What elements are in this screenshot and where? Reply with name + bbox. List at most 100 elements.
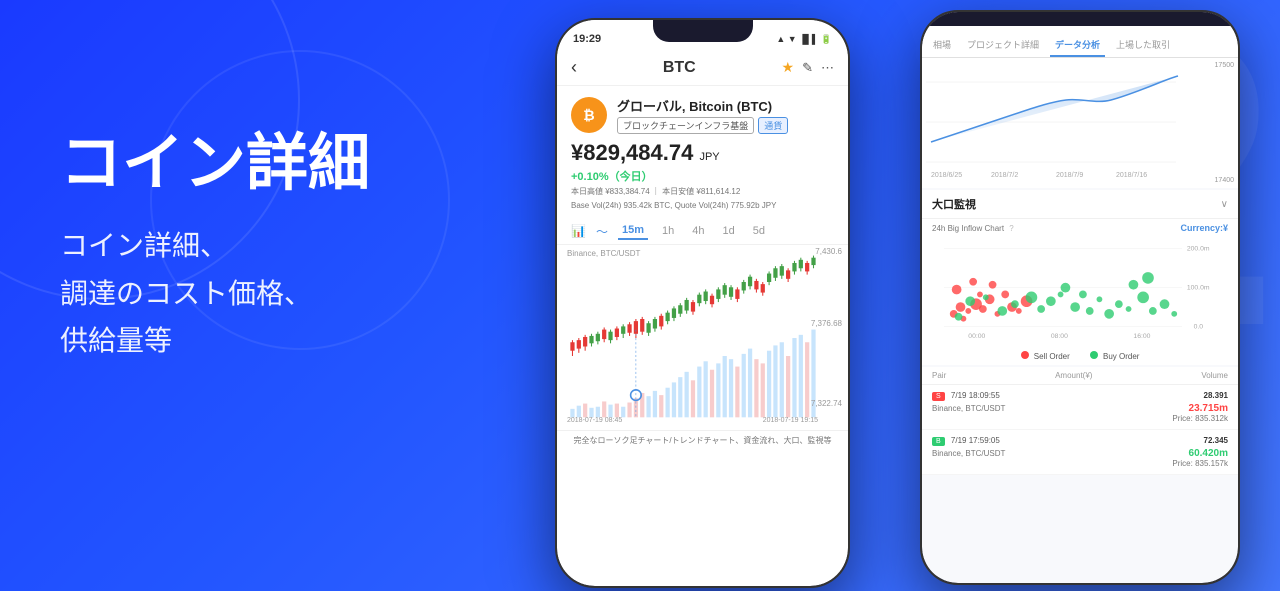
price-unit: JPY bbox=[699, 151, 719, 163]
trade-2-date: B 7/19 17:59:05 bbox=[932, 436, 1000, 446]
phone-notch bbox=[653, 20, 753, 42]
tab-market[interactable]: 相場 bbox=[928, 34, 956, 57]
sell-legend: Sell Order bbox=[1021, 351, 1070, 361]
inflow-header: 24h Big Inflow Chart ? Currency:¥ bbox=[922, 219, 1238, 237]
trade-2-badge: B bbox=[932, 437, 945, 446]
price-main: ¥829,484.74 JPY bbox=[571, 140, 834, 166]
svg-text:2018/7/2: 2018/7/2 bbox=[991, 172, 1018, 179]
svg-text:100.0m: 100.0m bbox=[1187, 285, 1210, 292]
chart-label-17500: 17500 bbox=[1215, 62, 1234, 69]
phone-shell-right: 相場 プロジェクト詳細 データ分析 上場した取引 17500 17400 201… bbox=[920, 10, 1240, 585]
tab-data-analysis[interactable]: データ分析 bbox=[1050, 34, 1105, 57]
svg-text:00:00: 00:00 bbox=[968, 333, 985, 340]
price-section: ¥829,484.74 JPY +0.10%（今日） 本日高値 ¥833,384… bbox=[557, 140, 848, 218]
subtitle-line2: 調達のコスト価格、 bbox=[60, 270, 370, 318]
page-title: コイン詳細 bbox=[60, 130, 370, 198]
coin-tag-blockchain: ブロックチェーンインフラ基盤 bbox=[617, 117, 754, 134]
tf-1d[interactable]: 1d bbox=[719, 223, 739, 239]
currency-badge: Currency:¥ bbox=[1180, 223, 1228, 233]
buy-label: Buy Order bbox=[1103, 352, 1139, 361]
chart-area: Binance, BTC/USDT 7,430.6 7,376.68 7,322… bbox=[557, 245, 848, 430]
timeframe-tabs: 📊 〜 15m 1h 4h 1d 5d bbox=[557, 218, 848, 245]
left-text-section: コイン詳細 コイン詳細、 調達のコスト価格、 供給量等 bbox=[60, 130, 370, 365]
trade-2-pair: Binance, BTC/USDT bbox=[932, 449, 1005, 458]
nav-bar: ‹ BTC ★ ✎ ⋯ bbox=[557, 50, 848, 86]
svg-text:2018/7/9: 2018/7/9 bbox=[1056, 172, 1083, 179]
nav-title: BTC bbox=[663, 59, 696, 77]
tab-project[interactable]: プロジェクト詳細 bbox=[962, 34, 1044, 57]
right-chart-area: 17500 17400 2018/6/25 2018/7/2 2018/7/9 … bbox=[922, 58, 1238, 188]
monitor-section: 大口監視 ∨ 24h Big Inflow Chart ? Currency:¥… bbox=[922, 190, 1238, 365]
trade-list-header: Pair Amount(¥) Volume bbox=[922, 367, 1238, 385]
monitor-expand-icon[interactable]: ∨ bbox=[1221, 199, 1228, 210]
price-amount: ¥829,484.74 bbox=[571, 140, 693, 165]
svg-text:0.0: 0.0 bbox=[1194, 323, 1204, 330]
chart-icon[interactable]: 📊 bbox=[571, 224, 586, 238]
inflow-title: 24h Big Inflow Chart ? bbox=[932, 224, 1014, 233]
chart-pair-label: Binance, BTC/USDT bbox=[567, 249, 640, 258]
svg-text:2018/6/25: 2018/6/25 bbox=[931, 172, 962, 179]
price-detail1: 本日高値 ¥833,384.74 ｜ 本日安値 ¥811,614.12 bbox=[571, 186, 834, 198]
chart-date-start: 2018-07-19 08:45 bbox=[567, 417, 622, 424]
coin-logo: ₿ bbox=[571, 97, 607, 133]
col-pair: Pair bbox=[932, 371, 946, 380]
chart-price-mid: 7,376.68 bbox=[811, 319, 842, 328]
info-icon: ? bbox=[1009, 224, 1013, 233]
tf-4h[interactable]: 4h bbox=[688, 223, 708, 239]
trade-list: Pair Amount(¥) Volume S 7/19 18:09:55 28… bbox=[922, 367, 1238, 475]
svg-text:200.0m: 200.0m bbox=[1187, 246, 1210, 253]
trade-item-1-header: S 7/19 18:09:55 28.391 bbox=[932, 391, 1228, 401]
price-detail2: Base Vol(24h) 935.42k BTC, Quote Vol(24h… bbox=[571, 200, 834, 212]
right-chart-labels: 17500 17400 bbox=[1215, 58, 1234, 188]
phone-right: 相場 プロジェクト詳細 データ分析 上場した取引 17500 17400 201… bbox=[920, 10, 1240, 585]
coin-info: グローバル, Bitcoin (BTC) ブロックチェーンインフラ基盤 通貨 bbox=[617, 96, 834, 134]
trade-1-amount: 23.715m bbox=[1189, 403, 1228, 414]
trade-2-price: Price: 835.157k bbox=[1172, 459, 1228, 468]
chart-label-17400: 17400 bbox=[1215, 177, 1234, 184]
status-icons: ▲ ▼ ▐▌▌ 🔋 bbox=[776, 34, 832, 45]
chart-date-end: 2018-07-19 19:15 bbox=[763, 417, 818, 424]
nav-icon-group: ★ ✎ ⋯ bbox=[782, 59, 834, 76]
price-change: +0.10%（今日） bbox=[571, 168, 834, 184]
monitor-header: 大口監視 ∨ bbox=[922, 190, 1238, 219]
coin-logo-symbol: ₿ bbox=[583, 107, 594, 123]
right-line-chart: 2018/6/25 2018/7/2 2018/7/9 2018/7/16 bbox=[926, 62, 1206, 182]
coin-tags: ブロックチェーンインフラ基盤 通貨 bbox=[617, 117, 834, 134]
edit-icon[interactable]: ✎ bbox=[802, 60, 813, 76]
trade-1-badge: S bbox=[932, 392, 945, 401]
svg-text:08:00: 08:00 bbox=[1051, 333, 1068, 340]
trade-1-volume: 28.391 bbox=[1204, 391, 1228, 401]
tf-1h[interactable]: 1h bbox=[658, 223, 678, 239]
back-button[interactable]: ‹ bbox=[571, 57, 577, 78]
coin-name: グローバル, Bitcoin (BTC) bbox=[617, 96, 834, 115]
phone-main: 19:29 ▲ ▼ ▐▌▌ 🔋 ‹ BTC ★ ✎ ⋯ ₿ グローバル, bbox=[555, 18, 850, 588]
tab-exchange[interactable]: 上場した取引 bbox=[1111, 34, 1175, 57]
svg-text:16:00: 16:00 bbox=[1133, 333, 1150, 340]
buy-dot bbox=[1090, 351, 1098, 359]
phone-screen-right: 相場 プロジェクト詳細 データ分析 上場した取引 17500 17400 201… bbox=[922, 12, 1238, 583]
trade-2-volume: 72.345 bbox=[1204, 436, 1228, 446]
trade-1-date: S 7/19 18:09:55 bbox=[932, 391, 1000, 401]
buy-legend: Buy Order bbox=[1090, 351, 1140, 361]
page-subtitle: コイン詳細、 調達のコスト価格、 供給量等 bbox=[60, 222, 370, 365]
subtitle-line3: 供給量等 bbox=[60, 317, 370, 365]
status-time: 19:29 bbox=[573, 33, 601, 45]
trade-2-amount: 60.420m bbox=[1189, 448, 1228, 459]
share-icon[interactable]: ⋯ bbox=[821, 60, 834, 76]
candlestick-chart bbox=[557, 245, 848, 430]
col-volume: Volume bbox=[1201, 371, 1228, 380]
col-amount: Amount(¥) bbox=[1055, 371, 1092, 380]
sell-dot bbox=[1021, 351, 1029, 359]
coin-tag-currency: 通貨 bbox=[758, 117, 788, 134]
right-nav-tabs: 相場 プロジェクト詳細 データ分析 上場した取引 bbox=[922, 26, 1238, 58]
trade-1-pair: Binance, BTC/USDT bbox=[932, 404, 1005, 413]
inflow-title-text: 24h Big Inflow Chart bbox=[932, 224, 1004, 233]
scatter-legend: Sell Order Buy Order bbox=[922, 347, 1238, 365]
star-icon[interactable]: ★ bbox=[782, 59, 795, 76]
svg-text:2018/7/16: 2018/7/16 bbox=[1116, 172, 1147, 179]
tf-15m[interactable]: 15m bbox=[618, 222, 648, 240]
tf-5d[interactable]: 5d bbox=[749, 223, 769, 239]
chart-footnote: 完全なローソク足チャート/トレンドチャート、資金流れ、大口、監視等 bbox=[557, 430, 848, 450]
chart-price-bot: 7,322.74 bbox=[811, 399, 842, 408]
line-icon[interactable]: 〜 bbox=[596, 223, 608, 240]
